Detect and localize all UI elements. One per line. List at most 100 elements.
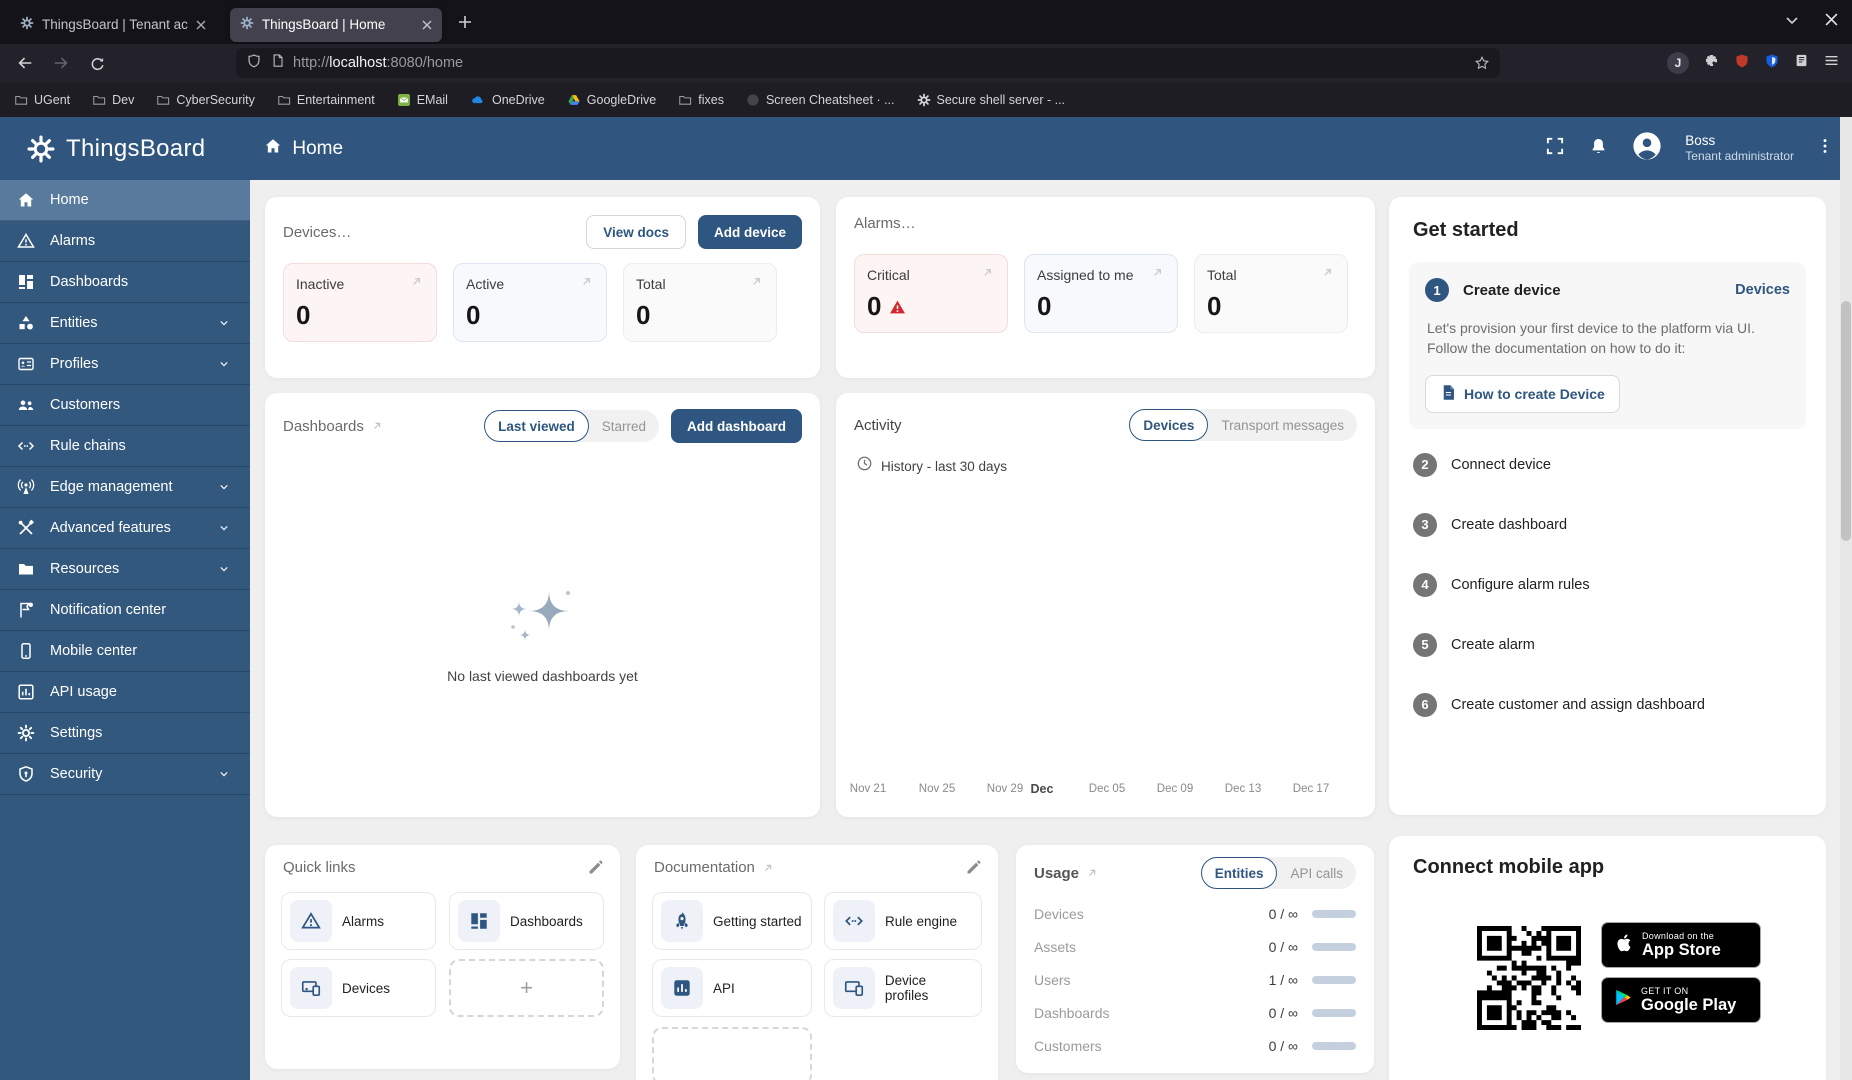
- get-started-step-3[interactable]: 3 Create dashboard: [1389, 501, 1826, 549]
- sidebar-item-edge-management[interactable]: Edge management: [0, 467, 250, 508]
- sidebar-item-rule-chains[interactable]: Rule chains: [0, 426, 250, 467]
- toggle-devices[interactable]: Devices: [1129, 409, 1209, 441]
- page-scrollbar[interactable]: [1840, 117, 1852, 1080]
- bookmark-ugent[interactable]: UGent: [14, 93, 70, 107]
- view-docs-button[interactable]: View docs: [586, 215, 686, 249]
- extensions-puzzle-icon[interactable]: [1703, 52, 1720, 74]
- stat-active[interactable]: Active 0: [453, 263, 607, 342]
- doc-rule-engine[interactable]: Rule engine: [824, 892, 982, 950]
- stat-assigned-to-me[interactable]: Assigned to me 0: [1024, 254, 1178, 333]
- stat-inactive[interactable]: Inactive 0: [283, 263, 437, 342]
- sidebar-item-home[interactable]: Home: [0, 180, 250, 221]
- document-icon: [1440, 384, 1456, 404]
- google-play-badge[interactable]: GET IT ON Google Play: [1601, 977, 1761, 1023]
- sidebar-item-entities[interactable]: Entities: [0, 303, 250, 344]
- add-device-button[interactable]: Add device: [697, 215, 802, 249]
- activity-card-title: Activity: [854, 416, 902, 434]
- edit-pencil-icon[interactable]: [965, 859, 982, 881]
- thingsboard-logo[interactable]: ThingsBoard: [26, 134, 205, 164]
- bookmark-fixes[interactable]: fixes: [678, 93, 724, 107]
- browser-tab-background[interactable]: ThingsBoard | Tenant ac: [10, 8, 216, 42]
- bookmark-star-icon[interactable]: [1474, 55, 1490, 71]
- sidebar-item-settings[interactable]: Settings: [0, 713, 250, 754]
- toggle-transport-messages[interactable]: Transport messages: [1208, 409, 1357, 441]
- sidebar-item-customers[interactable]: Customers: [0, 385, 250, 426]
- sidebar-item-notification-center[interactable]: Notification center: [0, 590, 250, 631]
- quick-link-dashboards[interactable]: Dashboards: [449, 892, 604, 950]
- bookmark-entertainment[interactable]: Entertainment: [277, 93, 375, 107]
- forward-icon[interactable]: [46, 48, 76, 78]
- bookmark-dev[interactable]: Dev: [92, 93, 134, 107]
- doc-device-profiles[interactable]: Device profiles: [824, 959, 982, 1017]
- stat-critical[interactable]: Critical 0: [854, 254, 1008, 333]
- gear-icon: [16, 723, 36, 743]
- reader-page-icon[interactable]: [1794, 53, 1809, 73]
- bookmark-screen-cheatsheet[interactable]: Screen Cheatsheet · ...: [746, 93, 895, 107]
- external-arrow-icon[interactable]: [761, 861, 775, 875]
- external-arrow-icon[interactable]: [1085, 866, 1099, 880]
- ublock-shield-icon[interactable]: [1734, 53, 1750, 74]
- browser-tab-active[interactable]: ThingsBoard | Home: [229, 7, 442, 42]
- get-started-step-6[interactable]: 6 Create customer and assign dashboard: [1389, 681, 1826, 729]
- notifications-bell-icon[interactable]: [1588, 136, 1609, 162]
- get-started-step-4[interactable]: 4 Configure alarm rules: [1389, 561, 1826, 609]
- stat-total-alarms[interactable]: Total 0: [1194, 254, 1348, 333]
- sidebar-item-profiles[interactable]: Profiles: [0, 344, 250, 385]
- doc-api[interactable]: API: [652, 959, 812, 1017]
- get-started-step-5[interactable]: 5 Create alarm: [1389, 621, 1826, 669]
- bookmark-secure-shell[interactable]: Secure shell server - ...: [917, 93, 1065, 107]
- user-avatar[interactable]: [1631, 130, 1663, 167]
- quick-link-devices[interactable]: Devices: [281, 959, 436, 1017]
- sidebar-item-security[interactable]: Security: [0, 754, 250, 795]
- kebab-menu-icon[interactable]: [1816, 137, 1834, 160]
- user-info[interactable]: Boss Tenant administrator: [1685, 133, 1794, 165]
- toggle-api-calls[interactable]: API calls: [1277, 857, 1356, 889]
- get-started-step-2[interactable]: 2 Connect device: [1389, 441, 1826, 489]
- page-title: Home: [292, 137, 344, 159]
- usage-row-customers: Customers 0 / ∞: [1016, 1038, 1374, 1054]
- bookmark-googledrive[interactable]: GoogleDrive: [567, 93, 656, 107]
- list-all-tabs-icon[interactable]: [1785, 13, 1799, 32]
- bitwarden-shield-icon[interactable]: [1764, 53, 1780, 74]
- activity-chart: Nov 21 Nov 25 Nov 29 Dec Dec 05 Dec 09 D…: [849, 782, 1330, 796]
- fullscreen-icon[interactable]: [1544, 135, 1566, 162]
- container-tab-badge[interactable]: J: [1667, 52, 1689, 74]
- shield-icon[interactable]: [246, 53, 262, 74]
- new-tab-button[interactable]: [458, 15, 472, 29]
- toggle-entities[interactable]: Entities: [1200, 857, 1278, 889]
- sidebar-item-resources[interactable]: Resources: [0, 549, 250, 590]
- external-arrow-icon[interactable]: [370, 419, 384, 433]
- bookmark-onedrive[interactable]: OneDrive: [470, 93, 545, 107]
- bookmark-email[interactable]: EMail: [397, 93, 448, 107]
- add-doc-link-button[interactable]: [652, 1027, 812, 1080]
- sidebar-item-api-usage[interactable]: API usage: [0, 672, 250, 713]
- dashboards-grid-icon: [458, 900, 500, 942]
- sidebar-item-alarms[interactable]: Alarms: [0, 221, 250, 262]
- devices-link[interactable]: Devices: [1735, 282, 1790, 298]
- tab-starred[interactable]: Starred: [589, 410, 659, 442]
- step-number-badge: 5: [1413, 632, 1437, 657]
- sidebar-item-advanced-features[interactable]: Advanced features: [0, 508, 250, 549]
- add-dashboard-button[interactable]: Add dashboard: [670, 409, 802, 443]
- reload-icon[interactable]: [82, 48, 112, 78]
- scrollbar-thumb[interactable]: [1841, 301, 1851, 541]
- how-to-create-device-button[interactable]: How to create Device: [1425, 374, 1620, 413]
- close-tab-icon[interactable]: [196, 20, 206, 30]
- stat-total-devices[interactable]: Total 0: [623, 263, 777, 342]
- app-store-badge[interactable]: Download on the App Store: [1601, 922, 1761, 968]
- menu-hamburger-icon[interactable]: [1823, 52, 1840, 74]
- quick-link-alarms[interactable]: Alarms: [281, 892, 436, 950]
- doc-getting-started[interactable]: Getting started: [652, 892, 812, 950]
- get-started-step-1: 1 Create device Devices Let's provision …: [1409, 262, 1806, 429]
- sidebar-item-mobile-center[interactable]: Mobile center: [0, 631, 250, 672]
- sidebar-item-dashboards[interactable]: Dashboards: [0, 262, 250, 303]
- window-close-icon[interactable]: [1825, 13, 1838, 31]
- tab-last-viewed[interactable]: Last viewed: [484, 410, 589, 442]
- url-bar[interactable]: http://localhost:8080/home: [236, 48, 1500, 78]
- add-quick-link-button[interactable]: +: [449, 959, 604, 1017]
- bookmark-cybersecurity[interactable]: CyberSecurity: [156, 93, 255, 107]
- page-info-icon[interactable]: [270, 53, 285, 73]
- edit-pencil-icon[interactable]: [587, 859, 604, 881]
- close-tab-icon[interactable]: [422, 20, 432, 30]
- back-icon[interactable]: [10, 48, 40, 78]
